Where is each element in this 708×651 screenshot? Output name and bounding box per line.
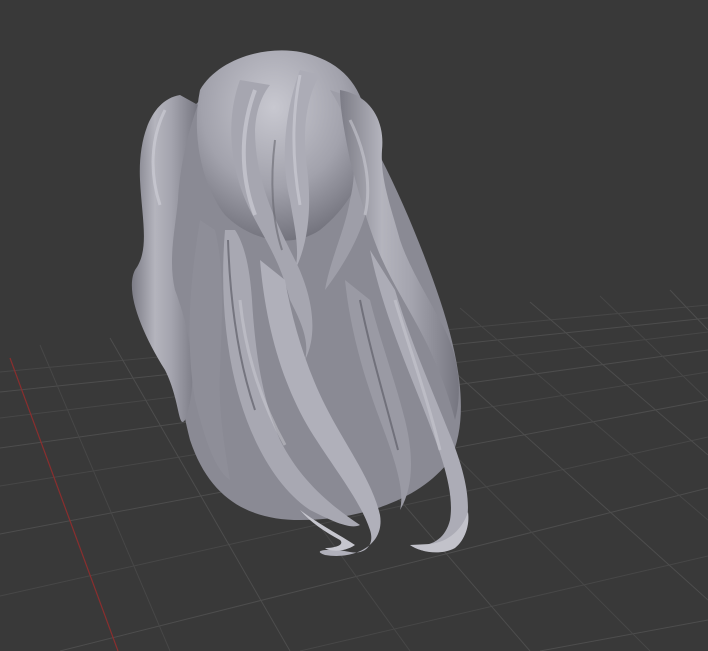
3d-viewport[interactable]	[0, 0, 708, 651]
viewport-canvas[interactable]	[0, 0, 708, 651]
